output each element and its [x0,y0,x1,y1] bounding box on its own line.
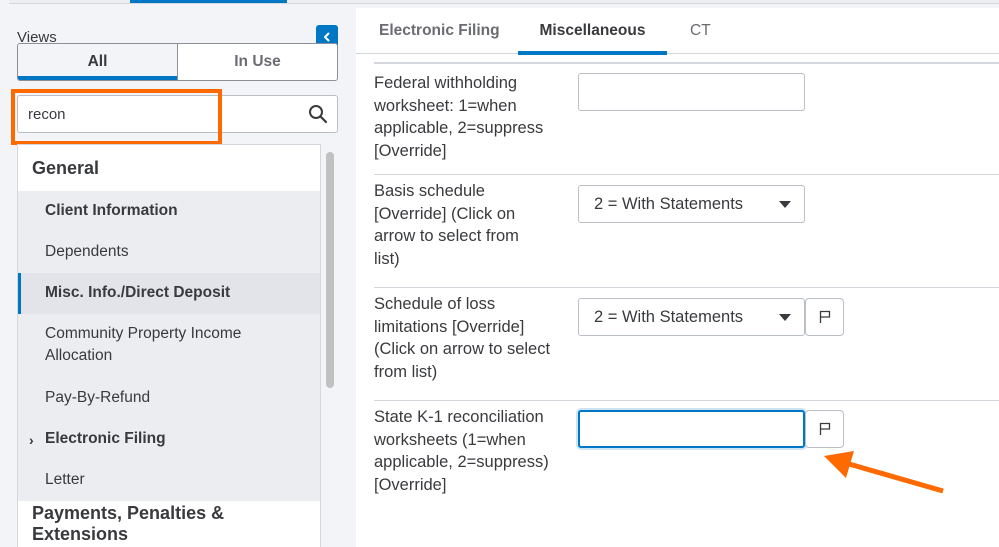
nav-item-label: Electronic Filing [45,430,166,447]
field-row-loss-limitations: Schedule of loss limitations [Override] … [374,287,999,400]
federal-withholding-input[interactable] [578,73,805,111]
nav-item-letter[interactable]: Letter [18,460,320,501]
nav-scrollbar-thumb[interactable] [326,152,334,388]
field-row-federal-withholding: Federal withholding worksheet: 1=when ap… [374,63,999,174]
nav-item-client-information[interactable]: Client Information [18,191,320,232]
nav-item-community-property-income-allocation[interactable]: Community Property Income Allocation [18,314,320,378]
basis-schedule-select[interactable]: 2 = With Statements [578,185,805,223]
select-value: 2 = With Statements [594,194,744,213]
segment-all[interactable]: All [18,44,177,80]
field-label: Basis schedule [Override] (Click on arro… [374,182,519,269]
select-value: 2 = With Statements [594,307,744,326]
flag-icon [819,422,830,435]
tab-ct[interactable]: CT [690,8,711,54]
flag-button[interactable] [805,298,844,336]
tab-electronic-filing[interactable]: Electronic Filing [379,8,500,54]
segment-in-use[interactable]: In Use [177,44,337,80]
loss-limitations-select[interactable]: 2 = With Statements [578,298,805,336]
chevron-left-icon [324,32,330,42]
field-label: Federal withholding worksheet: 1=when ap… [374,74,544,161]
nav-item-label: Dependents [45,243,129,260]
nav-item-label: Pay-By-Refund [45,389,151,406]
caret-down-icon [779,314,791,321]
nav-item-dependents[interactable]: Dependents [18,232,320,273]
main-content: Electronic Filing Miscellaneous CT Feder… [356,8,999,547]
field-row-basis-schedule: Basis schedule [Override] (Click on arro… [374,174,999,287]
top-strip-active-indicator [130,0,287,3]
state-k1-reconciliation-input[interactable] [578,410,805,448]
nav-group-payments-penalties-extensions[interactable]: Payments, Penalties & Extensions [18,501,320,547]
nav-group-general[interactable]: General [18,145,320,191]
field-label: State K-1 reconciliation worksheets (1=w… [374,408,549,495]
nav-item-pay-by-refund[interactable]: Pay-By-Refund [18,378,320,419]
nav-item-label: Community Property Income Allocation [45,325,242,364]
nav-group-general-items: Client Information Dependents Misc. Info… [18,191,320,501]
navigation-list: General Client Information Dependents Mi… [17,144,321,547]
search-input[interactable] [28,96,298,132]
field-label: Schedule of loss limitations [Override] … [374,295,551,382]
nav-item-label: Misc. Info./Direct Deposit [45,284,231,301]
views-segmented-control: All In Use [17,43,338,81]
nav-item-electronic-filing[interactable]: › Electronic Filing [18,419,320,460]
flag-icon [819,310,830,323]
nav-item-label: Client Information [45,202,178,219]
tab-miscellaneous[interactable]: Miscellaneous [518,8,667,55]
search-icon[interactable] [308,104,328,124]
caret-down-icon [779,201,791,208]
chevron-right-icon: › [29,432,34,448]
nav-item-misc-info-direct-deposit[interactable]: Misc. Info./Direct Deposit [18,273,320,314]
nav-item-label: Letter [45,471,85,488]
tab-bar: Electronic Filing Miscellaneous CT [356,8,999,55]
flag-button[interactable] [805,410,844,448]
search-box [17,95,338,133]
field-row-state-k1-reconciliation: State K-1 reconciliation worksheets (1=w… [374,400,999,547]
